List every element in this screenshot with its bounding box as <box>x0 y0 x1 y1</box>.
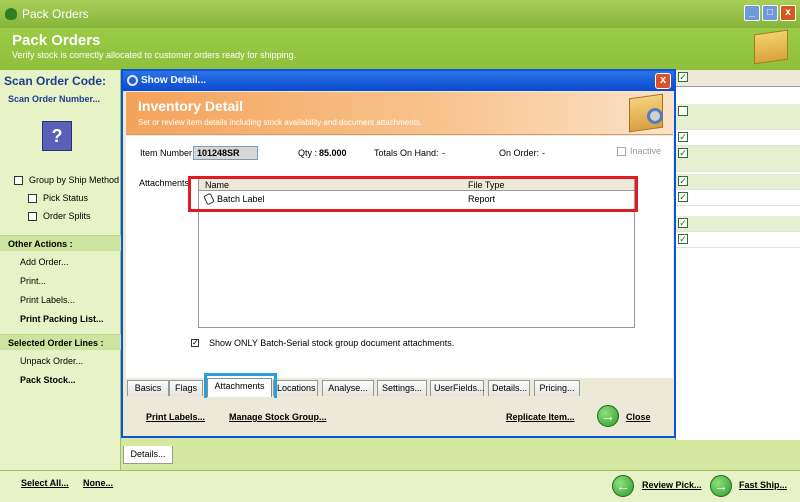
close-button[interactable]: x <box>780 5 796 21</box>
table-row[interactable]: ✓ <box>676 190 800 206</box>
dialog-banner: Inventory Detail Set or review item deta… <box>126 92 673 135</box>
show-only-label: Show ONLY Batch-Serial stock group docum… <box>209 338 455 348</box>
group-by-ship-method-label: Group by Ship Method <box>29 175 120 185</box>
tab-locations[interactable]: Locations <box>273 380 318 396</box>
show-only-batch-serial-checkbox[interactable]: ✓ Show ONLY Batch-Serial stock group doc… <box>191 338 454 348</box>
tab-analyse[interactable]: Analyse... <box>322 380 374 396</box>
print-labels-link[interactable]: Print Labels... <box>146 412 205 422</box>
window-title-bar: Pack Orders _ □ x <box>0 0 800 28</box>
package-icon <box>754 29 788 65</box>
table-row[interactable]: ✓ <box>676 174 800 190</box>
banner-title: Inventory Detail <box>138 98 244 114</box>
inactive-label: Inactive <box>630 146 662 156</box>
review-pick-link[interactable]: Review Pick... <box>642 480 702 490</box>
qty-value: 85.000 <box>319 148 347 158</box>
on-hand-value: - <box>442 148 445 158</box>
qty-label: Qty : <box>298 148 318 158</box>
close-arrow-icon[interactable]: → <box>597 405 619 427</box>
show-detail-dialog: Show Detail... x Inventory Detail Set or… <box>121 69 676 438</box>
checkbox-icon <box>14 175 23 185</box>
table-row[interactable]: ✓ <box>676 232 800 248</box>
checkbox-icon: ✓ <box>191 338 199 347</box>
order-lines-grid: ✓ ✓ ✓ ✓ ✓ ✓ ✓ <box>675 70 800 440</box>
inactive-checkbox[interactable]: Inactive <box>617 146 661 156</box>
fast-ship-link[interactable]: Fast Ship... <box>739 480 787 490</box>
item-number-label: Item Number <box>140 148 193 158</box>
pick-status-checkbox[interactable]: Pick Status <box>28 193 88 203</box>
on-order-value: - <box>542 148 545 158</box>
on-order-label: On Order: <box>499 148 540 158</box>
row-checkbox[interactable]: ✓ <box>678 148 688 158</box>
row-checkbox[interactable]: ✓ <box>678 192 688 202</box>
tab-settings[interactable]: Settings... <box>377 380 427 396</box>
tab-flags[interactable]: Flags <box>169 380 203 396</box>
tab-details[interactable]: Details... <box>488 380 530 396</box>
dialog-title-bar: Show Detail... x <box>123 71 674 91</box>
minimize-button[interactable]: _ <box>744 5 760 21</box>
checkbox-icon <box>28 211 37 221</box>
bottom-action-bar: Select All... None... ← Review Pick... →… <box>0 470 800 502</box>
checkbox-icon <box>28 193 37 203</box>
table-row[interactable]: ✓ <box>676 130 800 146</box>
window-controls: _ □ x <box>744 5 796 21</box>
close-link[interactable]: Close <box>626 412 651 422</box>
select-none-link[interactable]: None... <box>83 478 113 488</box>
grid-header-checkbox[interactable]: ✓ <box>678 72 688 82</box>
order-splits-label: Order Splits <box>43 211 91 221</box>
page-title: Pack Orders <box>12 32 101 49</box>
checkbox-icon <box>617 146 626 156</box>
tab-basics[interactable]: Basics <box>127 380 169 396</box>
select-all-link[interactable]: Select All... <box>21 478 69 488</box>
pack-stock-link[interactable]: Pack Stock... <box>20 375 76 385</box>
help-icon[interactable]: ? <box>42 121 72 151</box>
other-actions-header: Other Actions : <box>0 235 121 251</box>
maximize-button[interactable]: □ <box>762 5 778 21</box>
app-icon <box>5 8 17 20</box>
scan-order-label: Scan Order Code: <box>4 74 107 88</box>
details-tab[interactable]: Details... <box>123 446 173 464</box>
unpack-order-link[interactable]: Unpack Order... <box>20 356 83 366</box>
dialog-footer: Print Labels... Manage Stock Group... Re… <box>126 398 673 436</box>
manage-stock-group-link[interactable]: Manage Stock Group... <box>229 412 327 422</box>
print-labels-link[interactable]: Print Labels... <box>20 295 75 305</box>
attachments-label: Attachments <box>139 178 190 188</box>
item-number-field[interactable]: 101248SR <box>193 146 258 160</box>
sidebar: Scan Order Code: Scan Order Number... ? … <box>0 70 121 470</box>
pick-status-label: Pick Status <box>43 193 89 203</box>
grid-header: ✓ <box>676 70 800 87</box>
dialog-body: Item Number 101248SR Qty : 85.000 Totals… <box>126 136 673 378</box>
tab-userfields[interactable]: UserFields... <box>430 380 485 396</box>
table-row[interactable]: ✓ <box>676 216 800 232</box>
banner-subtitle: Set or review item details including sto… <box>138 118 423 127</box>
page-header: Pack Orders Verify stock is correctly al… <box>0 28 800 70</box>
forward-arrow-icon[interactable]: → <box>710 475 732 497</box>
selected-order-lines-header: Selected Order Lines : <box>0 334 121 350</box>
order-splits-checkbox[interactable]: Order Splits <box>28 211 91 221</box>
table-row[interactable] <box>676 104 800 130</box>
print-packing-list-link[interactable]: Print Packing List... <box>20 314 104 324</box>
row-checkbox[interactable]: ✓ <box>678 218 688 228</box>
print-link[interactable]: Print... <box>20 276 46 286</box>
on-hand-label: Totals On Hand: <box>374 148 439 158</box>
back-arrow-icon[interactable]: ← <box>612 475 634 497</box>
tab-pricing[interactable]: Pricing... <box>534 380 580 396</box>
table-row[interactable]: ✓ <box>676 146 800 172</box>
replicate-item-link[interactable]: Replicate Item... <box>506 412 575 422</box>
page-subtitle: Verify stock is correctly allocated to c… <box>12 50 297 60</box>
scan-order-number-link[interactable]: Scan Order Number... <box>8 94 100 104</box>
dialog-title: Show Detail... <box>141 75 207 86</box>
attachment-highlight <box>188 176 638 212</box>
row-checkbox[interactable]: ✓ <box>678 176 688 186</box>
row-checkbox[interactable] <box>678 106 688 116</box>
add-order-link[interactable]: Add Order... <box>20 257 69 267</box>
group-by-ship-method-checkbox[interactable]: Group by Ship Method <box>14 175 119 185</box>
window-title: Pack Orders <box>22 7 89 21</box>
row-checkbox[interactable]: ✓ <box>678 132 688 142</box>
dialog-close-button[interactable]: x <box>655 73 671 89</box>
row-checkbox[interactable]: ✓ <box>678 234 688 244</box>
magnifier-icon <box>647 108 663 124</box>
magnifier-icon <box>127 75 138 86</box>
